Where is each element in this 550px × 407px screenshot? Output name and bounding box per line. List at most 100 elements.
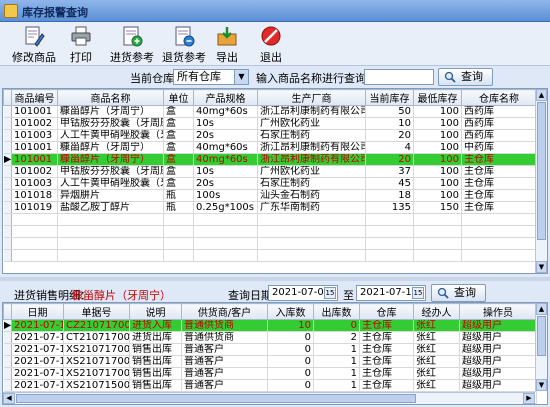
table-cell[interactable]: 主仓库 [359,331,414,344]
table-cell[interactable]: 100 [413,189,462,202]
table-cell[interactable]: XS2107170001 [63,343,130,356]
table-cell[interactable]: 糠甾醇片（牙周宁） [57,141,164,154]
row-indicator[interactable] [3,129,12,142]
table-cell[interactable]: 1 [313,355,360,368]
table-cell[interactable]: 101001 [11,105,58,118]
table-cell[interactable]: 瓶 [163,189,194,202]
scroll-up-icon[interactable]: ▲ [536,89,547,101]
table-cell[interactable]: 主仓库 [359,319,414,332]
table-cell[interactable]: 主仓库 [359,355,414,368]
table-cell[interactable]: 主仓库 [461,153,537,166]
calendar-icon[interactable]: 15 [412,287,424,299]
table-row[interactable]: ▶ 101001 糠甾醇片（牙周宁）盒 40mg*60s 浙江昂利康制药有限公司 20 10… [3,153,537,166]
column-header[interactable]: 仓库 [359,303,414,320]
table-cell[interactable]: 普通客户 [181,355,268,368]
table-cell[interactable]: XS2107170003 [63,367,130,380]
scroll-down-icon[interactable]: ▼ [536,261,547,273]
row-indicator[interactable] [3,331,12,344]
detail-horizontal-scrollbar[interactable]: ◀ ▶ [3,392,535,404]
table-cell[interactable]: 0 [313,319,360,332]
table-cell[interactable]: 石家庄制药 [257,177,366,190]
table-cell[interactable]: 超级用户 [459,379,537,392]
table-cell[interactable]: CT2107170001 [63,331,130,344]
table-cell[interactable]: 主仓库 [359,367,414,380]
table-row[interactable]: 101002甲钴胺芬芬胶囊（牙周康）盒10s广州欧化药业10100西药库 [3,117,537,130]
table-cell[interactable]: 超级用户 [459,343,537,356]
table-cell[interactable]: 0 [267,367,314,380]
table-cell[interactable]: 盒 [163,165,194,178]
table-cell[interactable]: 盒 [163,141,194,154]
table-cell[interactable]: 主仓库 [359,343,414,356]
table-cell[interactable]: 100 [413,129,462,142]
table-row[interactable]: 2021-07-17CT2107170001进货出库普通供货商02主仓库张红超级… [3,331,537,344]
row-indicator[interactable] [3,165,12,178]
table-cell[interactable]: 2021-07-17 [11,343,64,356]
table-row[interactable]: 101003人工牛黄甲硝唑胶囊（牙痛安）盒20s石家庄制药45100主仓库 [3,177,537,190]
table-row[interactable]: 101001 糠甾醇片（牙周宁）盒 40mg*60s 浙江昂利康制药有限公司 4 100 中… [3,141,537,154]
column-header[interactable]: 入库数 [267,303,314,320]
table-cell[interactable]: 盒 [163,117,194,130]
table-cell[interactable]: 普通供货商 [181,319,268,332]
table-row[interactable]: 101002甲钴胺芬芬胶囊（牙周康）盒10s广州欧化药业37100主仓库 [3,165,537,178]
table-cell[interactable]: 10s [193,165,258,178]
table-cell[interactable]: 40mg*60s [193,153,258,166]
table-cell[interactable]: 西药库 [461,117,537,130]
column-header[interactable]: 单位 [163,89,194,106]
scroll-right-icon[interactable]: ▶ [523,393,535,404]
query-button[interactable]: 查询 [438,68,493,86]
column-header[interactable]: 最低库存 [413,89,462,106]
row-indicator[interactable] [3,189,12,202]
column-header[interactable]: 供货商/客户 [181,303,268,320]
row-indicator[interactable]: ▶ [3,153,12,166]
detail-query-button[interactable]: 查询 [431,284,486,302]
table-cell[interactable]: XS2107170002 [63,355,130,368]
table-cell[interactable]: 101002 [11,117,58,130]
table-cell[interactable]: 瓶 [163,201,194,214]
table-cell[interactable]: 销售出库 [129,355,182,368]
table-cell[interactable]: 20s [193,129,258,142]
scroll-thumb[interactable] [16,394,416,403]
table-cell[interactable]: 20 [365,153,414,166]
table-cell[interactable]: 0 [267,331,314,344]
table-cell[interactable]: 广东华南制药 [257,201,366,214]
row-indicator[interactable] [3,141,12,154]
table-cell[interactable]: 101001 [11,141,58,154]
table-cell[interactable]: 2021-07-17 [11,319,64,332]
table-cell[interactable]: 主仓库 [461,165,537,178]
table-cell[interactable]: 150 [413,201,462,214]
column-header[interactable]: 日期 [11,303,64,320]
table-cell[interactable]: 1 [313,343,360,356]
table-cell[interactable]: 18 [365,189,414,202]
calendar-icon[interactable]: 15 [324,287,336,299]
table-row[interactable]: 101003人工牛黄甲硝唑胶囊（牙痛安）盒20s石家庄制药20100西药库 [3,129,537,142]
table-cell[interactable]: 销售出库 [129,343,182,356]
table-row[interactable]: 101019 盐酸乙胺丁醇片瓶 0.25g*100s 广东华南制药 135 150 主仓库 [3,201,537,214]
table-cell[interactable]: 100 [413,141,462,154]
table-row[interactable]: 2021-07-15XS2107150001销售出库普通客户01主仓库张红超级用… [3,379,537,392]
table-cell[interactable]: 超级用户 [459,319,537,332]
table-cell[interactable]: 张红 [413,343,460,356]
table-cell[interactable]: 销售出库 [129,367,182,380]
detail-vertical-scrollbar[interactable]: ▲ ▼ [535,303,547,391]
purchase-reference-button[interactable]: 进货参考 [108,24,156,64]
table-cell[interactable]: 0 [267,343,314,356]
table-cell[interactable]: 进货入库 [129,319,182,332]
table-cell[interactable]: 101018 [11,189,58,202]
table-cell[interactable]: 100 [413,177,462,190]
table-cell[interactable]: 张红 [413,319,460,332]
table-cell[interactable]: 主仓库 [359,379,414,392]
row-indicator[interactable] [3,117,12,130]
splitter[interactable] [0,277,550,281]
table-cell[interactable]: 超级用户 [459,331,537,344]
table-cell[interactable]: 广州欧化药业 [257,117,366,130]
name-search-input[interactable] [364,69,434,85]
table-cell[interactable]: 4 [365,141,414,154]
table-row[interactable]: 2021-07-17XS2107170001销售出库普通客户01主仓库张红超级用… [3,343,537,356]
table-cell[interactable]: 普通客户 [181,367,268,380]
table-cell[interactable]: 0 [267,355,314,368]
table-cell[interactable]: 100 [413,165,462,178]
column-header[interactable]: 商品编号 [11,89,58,106]
column-header[interactable]: 产品规格 [193,89,258,106]
table-cell[interactable]: 20s [193,177,258,190]
table-cell[interactable]: 101002 [11,165,58,178]
